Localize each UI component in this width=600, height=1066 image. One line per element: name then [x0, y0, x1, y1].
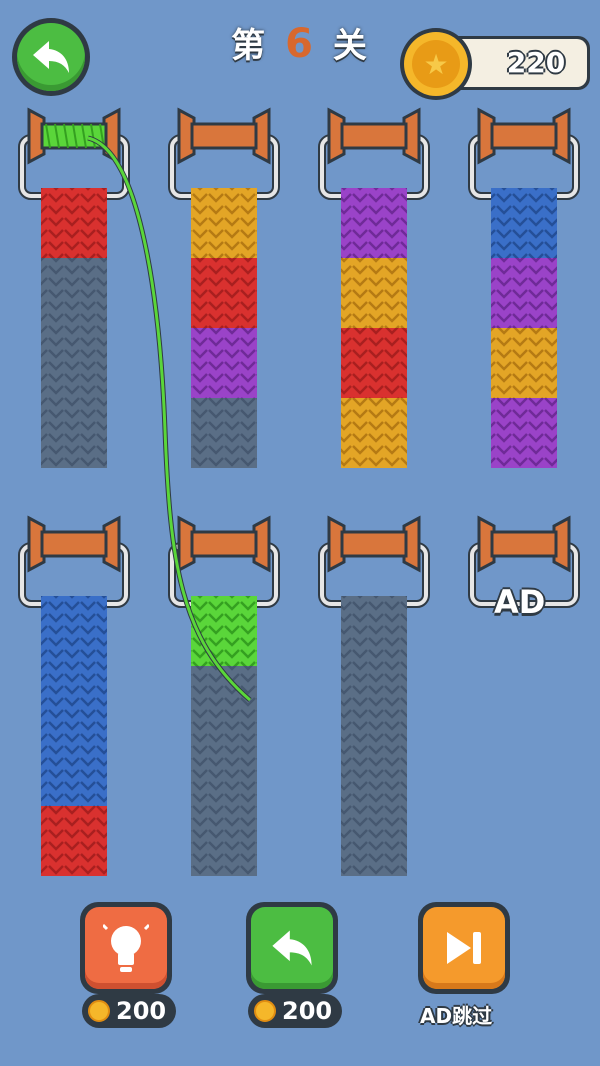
locked-slot-ad-label[interactable]: AD — [494, 583, 545, 621]
spool-icon — [477, 107, 571, 165]
skip-label: AD跳过 — [420, 1004, 493, 1028]
yarn-segment-red — [41, 188, 107, 258]
yarn-segment-gray — [341, 736, 407, 806]
yarn-segment-blue — [41, 596, 107, 666]
yarn-segment-gold — [341, 258, 407, 328]
yarn-segment-gray — [341, 666, 407, 736]
yarn-segment-blue — [491, 188, 557, 258]
hint-price-value: 200 — [116, 997, 167, 1025]
hint-button[interactable] — [80, 902, 172, 994]
spool-column-4[interactable] — [468, 107, 580, 468]
spool-icon — [327, 515, 421, 573]
yarn-segment-gray — [341, 596, 407, 666]
yarn-segment-green — [191, 596, 257, 666]
spool-column-2[interactable] — [168, 107, 280, 468]
skip-button[interactable] — [418, 902, 510, 994]
spool-icon — [177, 515, 271, 573]
hint-price: 200 — [82, 994, 177, 1028]
spool-column-7[interactable] — [318, 515, 430, 876]
undo-button[interactable] — [246, 902, 338, 994]
yarn-segment-purple — [341, 188, 407, 258]
yarn-segment-gray — [41, 258, 107, 328]
undo-arrow-icon — [251, 907, 333, 989]
yarn-segment-gray — [341, 806, 407, 876]
yarn-segment-blue — [41, 736, 107, 806]
yarn-segment-purple — [491, 398, 557, 468]
spool-icon — [477, 515, 571, 573]
undo-price-value: 200 — [282, 997, 333, 1025]
yarn-segment-gray — [41, 398, 107, 468]
yarn-segment-purple — [191, 328, 257, 398]
yarn-segment-red — [41, 806, 107, 876]
spool-column-6[interactable] — [168, 515, 280, 876]
undo-price: 200 — [248, 994, 343, 1028]
coin-icon — [254, 1000, 276, 1022]
yarn-segment-gold — [191, 188, 257, 258]
yarn-segment-gold — [341, 398, 407, 468]
yarn-segment-red — [341, 328, 407, 398]
yarn-segment-blue — [41, 666, 107, 736]
skip-forward-icon — [423, 907, 505, 989]
spool-column-1[interactable] — [18, 107, 130, 468]
spool-column-3[interactable] — [318, 107, 430, 468]
yarn-segment-gray — [41, 328, 107, 398]
yarn-segment-gold — [491, 328, 557, 398]
spool-icon — [27, 107, 121, 165]
yarn-segment-red — [191, 258, 257, 328]
spool-icon — [177, 107, 271, 165]
coin-icon — [88, 1000, 110, 1022]
yarn-segment-gray — [191, 398, 257, 468]
yarn-segment-gray — [191, 736, 257, 806]
yarn-segment-gray — [191, 806, 257, 876]
yarn-segment-purple — [491, 258, 557, 328]
spool-icon — [327, 107, 421, 165]
lightbulb-icon — [85, 907, 167, 989]
spool-column-5[interactable] — [18, 515, 130, 876]
spool-icon — [27, 515, 121, 573]
